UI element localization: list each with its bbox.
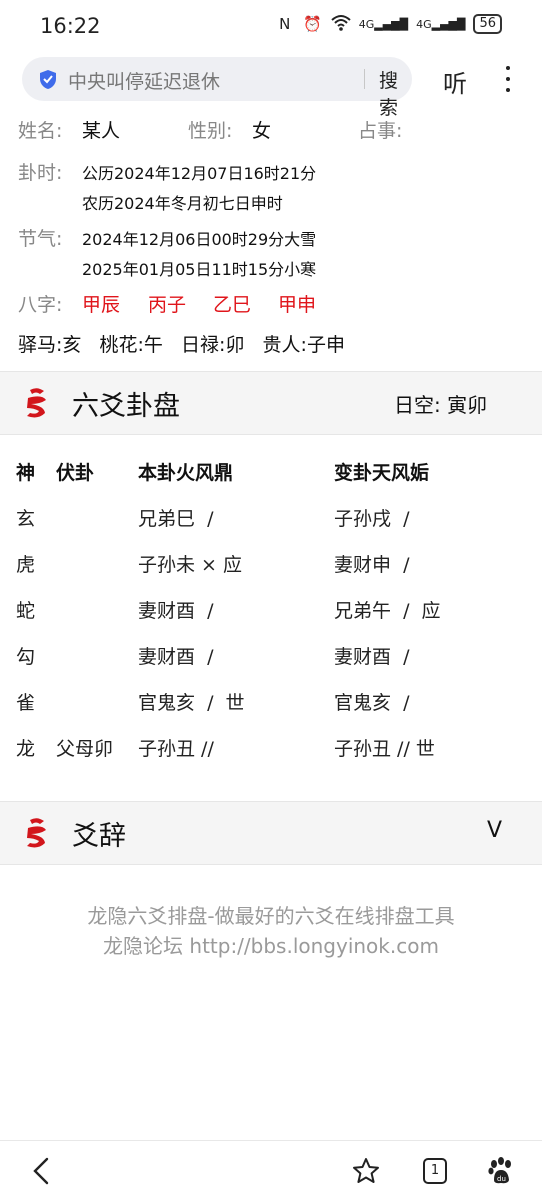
bazi-year: 甲辰 [82,294,121,316]
row-changed: 妻财酉 / [334,646,410,668]
star-icon[interactable] [352,1157,380,1185]
table-row: 龙 父母卯 子孙丑 // 子孙丑 // 世 [0,734,542,774]
table-row: 玄 兄弟巳 / 子孙戌 / [0,504,542,544]
search-bar[interactable]: 中央叫停延迟退休 搜索 [22,57,412,119]
solar-term-1: 2024年12月06日00时29分大雪 [82,230,317,249]
hexagram-title: 六爻卦盘 [72,391,180,422]
dragon-logo-icon [27,818,46,848]
hexagram-section-header: 六爻卦盘 日空: 寅卯 [0,371,542,435]
row-god: 玄 [16,508,36,530]
extras-line: 驿马:亥 桃花:午 日禄:卯 贵人:子申 [18,334,345,356]
matter-label: 占事: [358,120,403,142]
header-hidden: 伏卦 [56,462,95,484]
bazi-day: 乙巳 [213,294,252,316]
table-row: 勾 妻财酉 / 妻财酉 / [0,642,542,682]
wifi-icon [331,14,351,34]
yaoci-title: 爻辞 [72,821,126,852]
row-main: 子孙丑 // [138,738,214,760]
nfc-icon: N [279,15,291,33]
yaoci-section-header[interactable]: 爻辞 V [0,801,542,865]
table-row: 雀 官鬼亥 / 世 官鬼亥 / [0,688,542,728]
row-main: 子孙未 × 应 [138,554,242,576]
bottom-nav: 1 du [0,1140,542,1200]
status-icons: N ⏰ 4G▂▄▆█ 4G▂▄▆█ 56 [275,14,502,34]
footer-slogan: 龙隐六爻排盘-做最好的六爻在线排盘工具 [87,904,455,928]
row-changed: 妻财申 / [334,554,410,576]
row-changed: 兄弟午 / 应 [334,600,441,622]
row-god: 勾 [16,646,36,668]
row-changed: 子孙丑 // 世 [334,738,435,760]
table-header: 神 伏卦 本卦火风鼎 变卦天风姤 [0,458,542,498]
header-changed: 变卦天风姤 [334,462,430,484]
row-god: 雀 [16,692,36,714]
row-god: 虎 [16,554,36,576]
alarm-icon: ⏰ [303,15,323,33]
table-row: 虎 子孙未 × 应 妻财申 / [0,550,542,590]
dragon-logo-icon [27,388,46,418]
tabs-count: 1 [430,1163,440,1178]
row-god: 龙 [16,738,36,760]
gender-label: 性别: [188,120,233,142]
listen-button[interactable]: 听 [443,64,467,99]
status-bar: 16:22 N ⏰ 4G▂▄▆█ 4G▂▄▆█ 56 [0,0,542,52]
solar-term-2: 2025年01月05日11时15分小寒 [82,260,317,279]
status-time: 16:22 [40,14,101,38]
term-label: 节气: [18,228,63,250]
more-menu-icon[interactable] [500,64,516,94]
shield-icon [40,70,56,89]
lunar-date: 农历2024年冬月初七日申时 [82,194,283,213]
row-main: 兄弟巳 / [138,508,214,530]
name-row: 姓名: [18,116,62,143]
back-arrow-icon[interactable] [32,1157,50,1185]
name-value: 某人 [82,120,121,142]
row-changed: 子孙戌 / [334,508,410,530]
search-button[interactable]: 搜索 [379,66,412,120]
header-god: 神 [16,462,36,484]
row-god: 蛇 [16,600,36,622]
row-hidden: 父母卯 [56,738,114,760]
search-input[interactable]: 中央叫停延迟退休 [68,67,220,94]
tabs-icon[interactable]: 1 [423,1158,447,1184]
void-days: 日空: 寅卯 [394,393,488,417]
bazi-month: 丙子 [148,294,187,316]
table-row: 蛇 妻财酉 / 兄弟午 / 应 [0,596,542,636]
row-main: 官鬼亥 / 世 [138,692,245,714]
bazi-label: 八字: [18,294,63,316]
svg-text:du: du [497,1175,506,1183]
time-label: 卦时: [18,162,63,184]
row-main: 妻财酉 / [138,646,214,668]
signal-icon-2: 4G▂▄▆█ [416,17,466,31]
bazi-hour: 甲申 [278,294,317,316]
header-main: 本卦火风鼎 [138,462,234,484]
name-label: 姓名: [18,120,63,142]
baidu-paw-icon[interactable]: du [486,1156,516,1186]
signal-icon-1: 4G▂▄▆█ [358,17,409,31]
row-changed: 官鬼亥 / [334,692,410,714]
chevron-down-icon[interactable]: V [487,818,502,843]
footer-link[interactable]: 龙隐论坛 http://bbs.longyinok.com [0,930,542,959]
search-divider [364,69,365,89]
solar-date: 公历2024年12月07日16时21分 [82,164,317,183]
gender-value: 女 [252,120,272,142]
battery-icon: 56 [473,14,502,34]
row-main: 妻财酉 / [138,600,214,622]
